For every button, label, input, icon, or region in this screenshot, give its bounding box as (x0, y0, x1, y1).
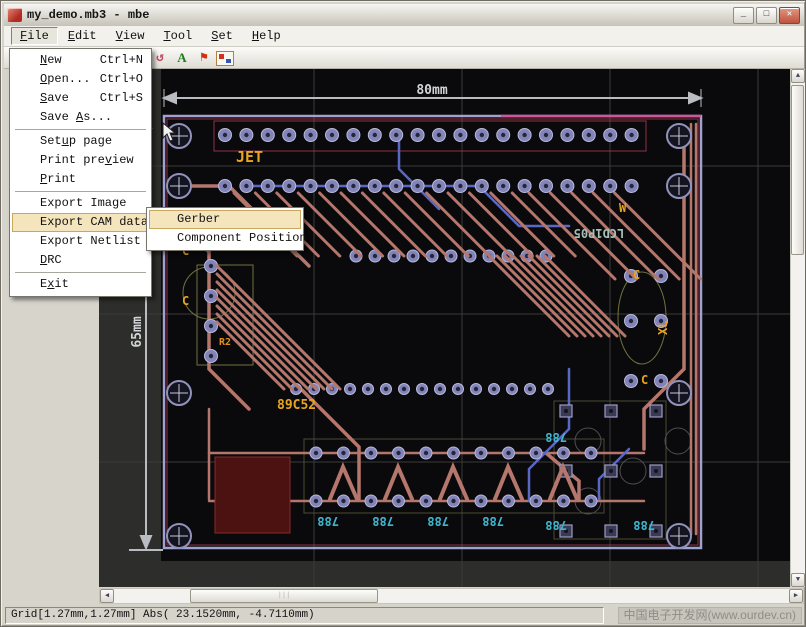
horizontal-scroll-thumb[interactable] (190, 589, 378, 603)
file-menu-popup: NewCtrl+N Open...Ctrl+O SaveCtrl+S Save … (9, 48, 152, 297)
menu-item-exit[interactable]: Exit (12, 275, 149, 294)
pcb-canvas[interactable]: 80mm 65mm (99, 69, 790, 587)
menu-separator (15, 272, 146, 273)
text-tool-icon[interactable]: A (172, 49, 192, 67)
minimize-button[interactable]: _ (733, 7, 754, 24)
scroll-down-button[interactable]: ▼ (791, 573, 805, 587)
menu-view[interactable]: View (107, 27, 154, 45)
menu-file[interactable]: File (11, 27, 58, 45)
menu-item-setup-page[interactable]: Setup page (12, 132, 149, 151)
menu-item-print-preview[interactable]: Print preview (12, 151, 149, 170)
menu-item-new[interactable]: NewCtrl+N (12, 51, 149, 70)
menubar: File Edit View Tool Set Help (4, 26, 804, 47)
scroll-up-button[interactable]: ▲ (791, 69, 805, 83)
svg-text:R2: R2 (219, 337, 231, 348)
svg-text:788: 788 (372, 514, 394, 528)
svg-text:W: W (619, 201, 627, 215)
submenu-item-gerber[interactable]: Gerber (149, 210, 301, 229)
svg-text:788: 788 (545, 518, 567, 532)
export-cam-submenu: Gerber Component Position (146, 207, 304, 251)
grid-status: Grid[1.27mm,1.27mm] Abs( 23.1520mm, -4.7… (5, 607, 604, 624)
svg-text:XL: XL (656, 321, 670, 335)
dim-width-label: 80mm (416, 83, 447, 98)
copper-pour (215, 457, 290, 533)
titlebar[interactable]: my_demo.mb3 - mbe _ □ ✕ (4, 4, 804, 27)
svg-text:C: C (633, 268, 640, 282)
side-panel-bottom (4, 587, 99, 605)
menu-item-export-cam-data[interactable]: Export CAM data▶ (12, 213, 149, 232)
svg-text:788: 788 (317, 514, 339, 528)
app-icon (7, 8, 22, 22)
menu-item-save-as[interactable]: Save As... (12, 108, 149, 127)
window-title: my_demo.mb3 - mbe (27, 8, 149, 22)
menu-edit[interactable]: Edit (59, 27, 106, 45)
svg-text:LCD1P05: LCD1P05 (574, 226, 625, 240)
image-tool-icon[interactable] (216, 51, 234, 66)
svg-text:788: 788 (545, 430, 567, 444)
svg-text:89C52: 89C52 (277, 398, 316, 413)
svg-text:C: C (641, 373, 648, 387)
svg-text:788: 788 (427, 514, 449, 528)
menu-set[interactable]: Set (202, 27, 242, 45)
close-button[interactable]: ✕ (779, 7, 800, 24)
flag-tool-icon[interactable]: ⚑ (194, 49, 214, 67)
menu-separator (15, 129, 146, 130)
rotate-icon[interactable]: ↺ (150, 49, 170, 67)
svg-text:JET: JET (236, 148, 263, 166)
menu-item-export-netlist[interactable]: Export Netlist (12, 232, 149, 251)
dim-height-label: 65mm (130, 316, 145, 347)
svg-text:C: C (182, 294, 189, 308)
hscroll-row: ◀ ▶ (4, 587, 804, 605)
watermark: 中国电子开发网(www.ourdev.cn) (618, 607, 802, 624)
menu-item-save[interactable]: SaveCtrl+S (12, 89, 149, 108)
maximize-button[interactable]: □ (756, 7, 777, 24)
svg-text:788: 788 (482, 514, 504, 528)
svg-text:788: 788 (633, 518, 655, 532)
scroll-right-button[interactable]: ▶ (789, 589, 803, 603)
menu-item-drc[interactable]: DRC (12, 251, 149, 270)
menu-item-open[interactable]: Open...Ctrl+O (12, 70, 149, 89)
app-window: my_demo.mb3 - mbe _ □ ✕ File Edit View T… (0, 0, 806, 627)
vertical-scrollbar[interactable]: ▲ ▼ (790, 69, 805, 587)
menu-help[interactable]: Help (243, 27, 290, 45)
vertical-scroll-thumb[interactable] (791, 85, 804, 255)
menu-tool[interactable]: Tool (154, 27, 201, 45)
menu-separator (15, 191, 146, 192)
horizontal-scrollbar[interactable]: ◀ ▶ (99, 588, 804, 604)
scroll-left-button[interactable]: ◀ (100, 589, 114, 603)
menu-item-print[interactable]: Print (12, 170, 149, 189)
submenu-item-component-position[interactable]: Component Position (149, 229, 301, 248)
menu-item-export-image[interactable]: Export Image (12, 194, 149, 213)
statusbar: Grid[1.27mm,1.27mm] Abs( 23.1520mm, -4.7… (4, 605, 804, 625)
